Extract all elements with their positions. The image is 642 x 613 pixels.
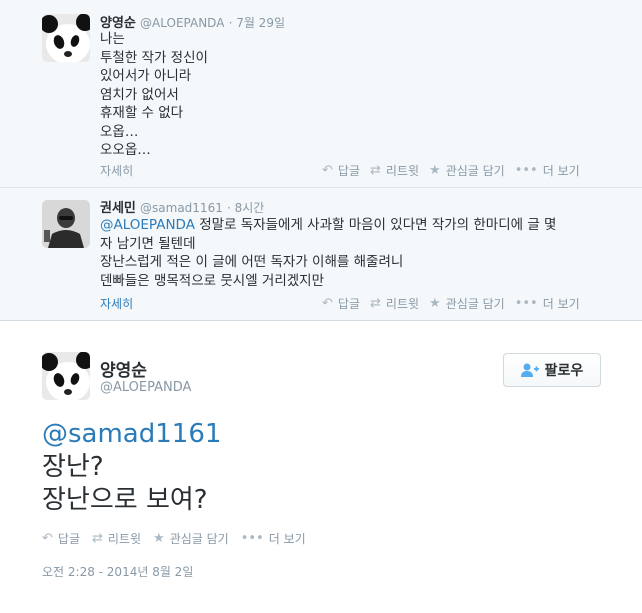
more-icon: ••• bbox=[514, 296, 538, 311]
tweet-line: 염치가 없어서 bbox=[100, 86, 179, 103]
more-label: 더 보기 bbox=[268, 532, 306, 546]
tweet-line: 오오옵… bbox=[100, 142, 151, 158]
user-avatar-image bbox=[42, 200, 90, 248]
tweet-text: @samad1161 장난? 장난으로 보여? bbox=[42, 418, 221, 517]
reply-label: 답글 bbox=[337, 164, 360, 178]
reply-button[interactable]: ↶ 답글 bbox=[42, 530, 80, 547]
add-user-icon bbox=[520, 363, 539, 377]
tweet-line: 있어서가 아니라 bbox=[100, 68, 192, 84]
tweet-actions: ↶ 답글 ⇄ 리트윗 ★ 관심글 담기 ••• 더 보기 bbox=[42, 530, 306, 547]
tweet-header: 권세민 @samad1161 · 8시간 bbox=[100, 197, 264, 216]
favorite-label: 관심글 담기 bbox=[445, 164, 505, 178]
author-handle[interactable]: @ALOEPANDA bbox=[140, 16, 224, 30]
tweet-time[interactable]: · 8시간 bbox=[227, 201, 264, 215]
star-icon: ★ bbox=[429, 163, 441, 178]
more-button[interactable]: ••• 더 보기 bbox=[241, 530, 306, 547]
tweet-line-text: 정말로 독자들에게 사과할 마음이 있다면 작가의 한마디에 글 몇 bbox=[194, 217, 557, 233]
retweet-icon: ⇄ bbox=[370, 296, 381, 311]
author-name[interactable]: 양영순 bbox=[100, 16, 136, 31]
tweet-line: 나는 bbox=[100, 31, 125, 47]
more-label: 더 보기 bbox=[542, 297, 580, 311]
star-icon: ★ bbox=[153, 531, 165, 546]
reply-label: 답글 bbox=[57, 532, 80, 546]
tweet-line: 투철한 작가 정신이 bbox=[100, 49, 208, 66]
favorite-label: 관심글 담기 bbox=[445, 297, 505, 311]
retweet-icon: ⇄ bbox=[370, 163, 381, 178]
tweet-actions: ↶ 답글 ⇄ 리트윗 ★ 관심글 담기 ••• 더 보기 bbox=[322, 295, 580, 312]
tweet-actions: ↶ 답글 ⇄ 리트윗 ★ 관심글 담기 ••• 더 보기 bbox=[322, 162, 580, 179]
panda-avatar-image bbox=[42, 14, 90, 62]
mention-link[interactable]: @ALOEPANDA bbox=[100, 217, 195, 233]
tweet-line: 장난으로 보여? bbox=[42, 485, 208, 515]
panda-avatar-image bbox=[42, 352, 90, 400]
retweet-label: 리트윗 bbox=[107, 532, 142, 546]
tweet-timestamp[interactable]: 오전 2:28 - 2014년 8월 2일 bbox=[42, 563, 193, 580]
more-label: 더 보기 bbox=[542, 164, 580, 178]
mention-link[interactable]: @samad1161 bbox=[42, 418, 221, 451]
author-handle[interactable]: @ALOEPANDA bbox=[100, 380, 191, 395]
avatar[interactable] bbox=[42, 14, 90, 62]
tweet-line: 장난? bbox=[42, 452, 104, 482]
avatar[interactable] bbox=[42, 200, 90, 248]
retweet-button[interactable]: ⇄ 리트윗 bbox=[370, 162, 419, 179]
expand-link[interactable]: 자세히 bbox=[100, 162, 133, 179]
favorite-button[interactable]: ★ 관심글 담기 bbox=[153, 530, 229, 547]
author-name[interactable]: 권세민 bbox=[100, 201, 136, 216]
tweet-line: 덴빠들은 맹목적으로 뭇시엘 거리겠지만 bbox=[100, 272, 325, 289]
tweet-text: @ALOEPANDA 정말로 독자들에게 사과할 마음이 있다면 작가의 한마디… bbox=[100, 216, 556, 290]
main-tweet: 양영순 @ALOEPANDA 팔로우 @samad1161 장난? 장난으로 보… bbox=[0, 322, 642, 613]
expand-link[interactable]: 자세히 bbox=[100, 295, 133, 312]
star-icon: ★ bbox=[429, 296, 441, 311]
more-button[interactable]: ••• 더 보기 bbox=[515, 295, 580, 312]
reply-tweet-2[interactable]: 권세민 @samad1161 · 8시간 @ALOEPANDA 정말로 독자들에… bbox=[0, 188, 642, 321]
favorite-label: 관심글 담기 bbox=[169, 532, 229, 546]
reply-icon: ↶ bbox=[322, 163, 333, 178]
retweet-label: 리트윗 bbox=[385, 164, 420, 178]
favorite-button[interactable]: ★ 관심글 담기 bbox=[429, 295, 505, 312]
retweet-button[interactable]: ⇄ 리트윗 bbox=[92, 530, 141, 547]
reply-button[interactable]: ↶ 답글 bbox=[322, 295, 360, 312]
more-button[interactable]: ••• 더 보기 bbox=[515, 162, 580, 179]
reply-button[interactable]: ↶ 답글 bbox=[322, 162, 360, 179]
retweet-button[interactable]: ⇄ 리트윗 bbox=[370, 295, 419, 312]
tweet-time[interactable]: · 7월 29일 bbox=[229, 16, 285, 30]
more-icon: ••• bbox=[240, 531, 264, 546]
avatar[interactable] bbox=[42, 352, 90, 400]
tweet-text: 나는 투철한 작가 정신이 있어서가 아니라 염치가 없어서 휴재할 수 없다 … bbox=[100, 30, 208, 160]
follow-label: 팔로우 bbox=[544, 363, 584, 379]
tweet-line: 자 남기면 될텐데 bbox=[100, 235, 196, 252]
tweet-line: @ALOEPANDA 정말로 독자들에게 사과할 마음이 있다면 작가의 한마디… bbox=[100, 216, 556, 235]
tweet-line: 장난스럽게 적은 이 글에 어떤 독자가 이해를 해줄려니 bbox=[100, 254, 404, 270]
reply-label: 답글 bbox=[337, 297, 360, 311]
author-handle[interactable]: @samad1161 bbox=[140, 201, 223, 215]
reply-icon: ↶ bbox=[42, 531, 53, 546]
tweet-header: 양영순 @ALOEPANDA · 7월 29일 bbox=[100, 12, 285, 31]
favorite-button[interactable]: ★ 관심글 담기 bbox=[429, 162, 505, 179]
reply-tweet-1[interactable]: 양영순 @ALOEPANDA · 7월 29일 나는 투철한 작가 정신이 있어… bbox=[0, 0, 642, 188]
reply-icon: ↶ bbox=[322, 296, 333, 311]
author-name[interactable]: 양영순 bbox=[100, 356, 147, 381]
follow-button[interactable]: 팔로우 bbox=[503, 353, 601, 387]
more-icon: ••• bbox=[514, 163, 538, 178]
retweet-icon: ⇄ bbox=[92, 531, 103, 546]
tweet-line: 오옵… bbox=[100, 123, 139, 140]
tweet-line: 휴재할 수 없다 bbox=[100, 105, 184, 121]
retweet-label: 리트윗 bbox=[385, 297, 420, 311]
